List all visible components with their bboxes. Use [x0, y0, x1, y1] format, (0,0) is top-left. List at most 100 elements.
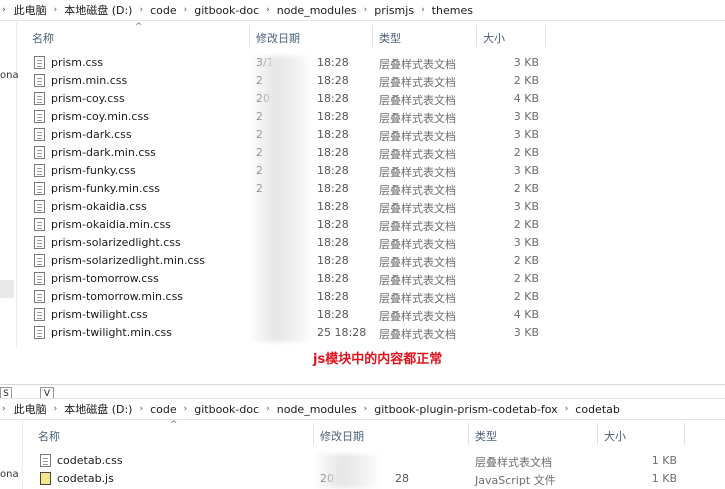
file-row[interactable]: prism-funky.min.css218:28层叠样式表文档2 KB [0, 180, 725, 198]
sort-ascending-icon: ^ [170, 420, 178, 430]
file-size: 2 KB [513, 290, 539, 303]
breadcrumb-item[interactable]: 此电脑 [10, 401, 51, 417]
file-row[interactable]: prism-twilight.min.css 25 18:28 层叠样式表文档 3 K… [0, 324, 725, 342]
chevron-right-icon[interactable]: › [136, 5, 146, 15]
file-name[interactable]: prism-okaidia.min.css [51, 218, 171, 231]
file-name[interactable]: prism-twilight.css [51, 308, 148, 321]
file-name[interactable]: prism-funky.css [51, 164, 136, 177]
file-type: 层叠样式表文档 [379, 220, 456, 233]
file-name[interactable]: prism-tomorrow.css [51, 272, 159, 285]
file-row[interactable]: prism-coy.css2018:28层叠样式表文档4 KB [0, 90, 725, 108]
file-type: 层叠样式表文档 [379, 112, 456, 125]
breadcrumb-item[interactable]: prismjs [370, 4, 418, 17]
column-divider[interactable] [313, 423, 314, 445]
breadcrumb-item[interactable]: node_modules [273, 4, 361, 17]
chevron-right-icon[interactable]: › [136, 404, 146, 414]
column-header-size[interactable]: 大小 [483, 27, 505, 49]
column-divider[interactable] [476, 25, 477, 47]
chevron-right-icon[interactable]: › [562, 404, 572, 414]
breadcrumb-item[interactable]: gitbook-plugin-prism-codetab-fox [370, 403, 561, 416]
column-divider[interactable] [249, 25, 250, 47]
column-divider[interactable] [597, 423, 598, 445]
file-size: 3 KB [513, 128, 539, 141]
column-header-size[interactable]: 大小 [604, 425, 626, 447]
file-type: 层叠样式表文档 [379, 166, 456, 179]
file-name[interactable]: prism-solarizedlight.min.css [51, 254, 205, 267]
breadcrumb-item[interactable]: code [146, 4, 181, 17]
breadcrumb-item[interactable]: gitbook-doc [190, 4, 263, 17]
css-file-icon [34, 308, 45, 321]
file-size: 2 KB [513, 254, 539, 267]
chevron-right-icon[interactable]: › [263, 5, 273, 15]
breadcrumb-item[interactable]: themes [428, 4, 477, 17]
file-row[interactable]: prism-solarizedlight.css 18:28 层叠样式表文档 3 KB [0, 234, 725, 252]
file-name[interactable]: prism-okaidia.css [51, 200, 147, 213]
file-name[interactable]: codetab.js [57, 472, 114, 485]
breadcrumb-item[interactable]: gitbook-doc [190, 403, 263, 416]
column-header-name[interactable]: 名称 [32, 27, 54, 49]
file-size: 2 KB [513, 74, 539, 87]
chevron-right-icon[interactable]: › [51, 5, 61, 15]
breadcrumb-item[interactable]: 此电脑 [10, 2, 51, 18]
file-row[interactable]: prism-dark.min.css218:28层叠样式表文档2 KB [0, 144, 725, 162]
chevron-right-icon[interactable]: › [181, 404, 191, 414]
file-name[interactable]: codetab.css [57, 454, 123, 467]
column-divider[interactable] [545, 25, 546, 47]
file-row[interactable]: prism.min.css218:28层叠样式表文档2 KB [0, 72, 725, 90]
file-row[interactable]: prism-solarizedlight.min.css 18:28 层叠样式表文档… [0, 252, 725, 270]
file-size: 3 KB [513, 236, 539, 249]
chevron-right-icon[interactable]: › [263, 404, 273, 414]
top-breadcrumb[interactable]: › 此电脑 › 本地磁盘 (D:) › code › gitbook-doc ›… [0, 0, 725, 21]
file-row[interactable]: prism-okaidia.css 18:28 层叠样式表文档 3 KB [0, 198, 725, 216]
file-time: 18:28 [317, 236, 349, 249]
column-header-modified[interactable]: 修改日期 [320, 425, 364, 447]
date-privacy-blur [252, 56, 310, 342]
chevron-right-icon[interactable]: › [51, 404, 61, 414]
file-row[interactable]: prism.css3/118:28层叠样式表文档3 KB [0, 54, 725, 72]
bottom-breadcrumb[interactable]: › 此电脑 › 本地磁盘 (D:) › code › gitbook-doc ›… [0, 398, 725, 420]
breadcrumb-item[interactable]: code [146, 403, 181, 416]
file-name[interactable]: prism.min.css [51, 74, 127, 87]
column-header-type[interactable]: 类型 [379, 27, 401, 49]
chevron-right-icon[interactable]: › [361, 5, 371, 15]
chevron-right-icon[interactable]: › [181, 5, 191, 15]
file-size: 2 KB [513, 218, 539, 231]
file-row[interactable]: prism-tomorrow.min.css 18:28 层叠样式表文档 2 KB [0, 288, 725, 306]
file-row[interactable]: prism-funky.css218:28层叠样式表文档3 KB [0, 162, 725, 180]
file-row[interactable]: prism-coy.min.css218:28层叠样式表文档3 KB [0, 108, 725, 126]
column-divider[interactable] [372, 25, 373, 47]
file-row[interactable]: prism-twilight.css 18:28 层叠样式表文档 4 KB [0, 306, 725, 324]
breadcrumb-item[interactable]: 本地磁盘 (D:) [60, 2, 136, 18]
file-time: 18:28 [317, 146, 349, 159]
breadcrumb-item[interactable]: codetab [571, 403, 624, 416]
column-header-type[interactable]: 类型 [475, 425, 497, 447]
breadcrumb-item[interactable]: node_modules [273, 403, 361, 416]
file-name[interactable]: prism-tomorrow.min.css [51, 290, 183, 303]
file-name[interactable]: prism-coy.css [51, 92, 125, 105]
chevron-right-icon[interactable]: › [418, 5, 428, 15]
file-name[interactable]: prism-solarizedlight.css [51, 236, 181, 249]
file-name[interactable]: prism-dark.min.css [51, 146, 156, 159]
file-type: 层叠样式表文档 [379, 274, 456, 287]
file-row[interactable]: prism-dark.css218:28层叠样式表文档3 KB [0, 126, 725, 144]
file-name[interactable]: prism-funky.min.css [51, 182, 160, 195]
column-divider[interactable] [468, 423, 469, 445]
file-size: 3 KB [513, 56, 539, 69]
file-size: 3 KB [513, 164, 539, 177]
file-size: 2 KB [513, 146, 539, 159]
file-name[interactable]: prism-coy.min.css [51, 110, 149, 123]
file-type: 层叠样式表文档 [379, 58, 456, 71]
column-header-name[interactable]: 名称 [38, 425, 60, 447]
breadcrumb-item[interactable]: 本地磁盘 (D:) [60, 401, 136, 417]
column-header-modified[interactable]: 修改日期 [256, 27, 300, 49]
css-file-icon [34, 236, 45, 249]
file-name[interactable]: prism-twilight.min.css [51, 326, 172, 339]
file-name[interactable]: prism-dark.css [51, 128, 132, 141]
file-size: 2 KB [513, 272, 539, 285]
file-time: 18:28 [317, 182, 349, 195]
column-divider[interactable] [684, 423, 685, 445]
chevron-right-icon[interactable]: › [361, 404, 371, 414]
file-name[interactable]: prism.css [51, 56, 103, 69]
file-row[interactable]: prism-okaidia.min.css 18:28 层叠样式表文档 2 KB [0, 216, 725, 234]
file-row[interactable]: prism-tomorrow.css 18:28 层叠样式表文档 2 KB [0, 270, 725, 288]
